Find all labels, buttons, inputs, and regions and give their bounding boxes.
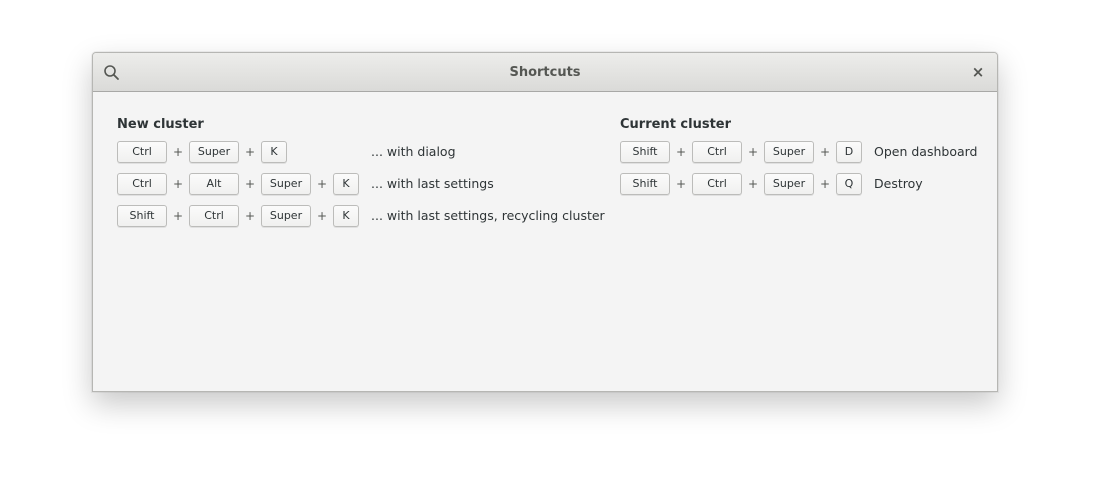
key-cap: Ctrl <box>117 141 167 163</box>
shortcut-row: Ctrl + Alt + Super + K ... with last set… <box>117 170 607 202</box>
key-cap: D <box>836 141 862 163</box>
shortcut-description: ... with dialog <box>371 144 456 159</box>
titlebar: Shortcuts × <box>93 53 997 92</box>
key-cap: Shift <box>117 205 167 227</box>
key-cap: K <box>261 141 287 163</box>
key-cap: Super <box>261 205 311 227</box>
plus-separator: + <box>316 177 328 191</box>
key-cap: Shift <box>620 173 670 195</box>
key-cap: Super <box>261 173 311 195</box>
plus-separator: + <box>747 145 759 159</box>
key-cap: Q <box>836 173 862 195</box>
window-title: Shortcuts <box>509 65 581 80</box>
plus-separator: + <box>244 145 256 159</box>
key-cap: Alt <box>189 173 239 195</box>
plus-separator: + <box>316 209 328 223</box>
key-cap: Ctrl <box>692 141 742 163</box>
key-cap: Ctrl <box>189 205 239 227</box>
shortcut-description: Open dashboard <box>874 144 978 159</box>
shortcuts-content: New cluster Ctrl + Super + K ... with di… <box>93 92 997 391</box>
section-title-current-cluster: Current cluster <box>620 117 732 132</box>
plus-separator: + <box>675 145 687 159</box>
plus-separator: + <box>819 145 831 159</box>
key-cap: Super <box>764 141 814 163</box>
shortcut-row: Shift + Ctrl + Super + D Open dashboard <box>620 138 990 170</box>
key-cap: Super <box>764 173 814 195</box>
close-icon[interactable]: × <box>969 63 987 81</box>
plus-separator: + <box>244 209 256 223</box>
plus-separator: + <box>244 177 256 191</box>
shortcut-row: Shift + Ctrl + Super + Q Destroy <box>620 170 990 202</box>
plus-separator: + <box>172 177 184 191</box>
key-cap: K <box>333 173 359 195</box>
key-cap: Shift <box>620 141 670 163</box>
key-cap: Ctrl <box>692 173 742 195</box>
plus-separator: + <box>675 177 687 191</box>
shortcut-row: Ctrl + Super + K ... with dialog <box>117 138 607 170</box>
key-cap: Ctrl <box>117 173 167 195</box>
shortcut-description: ... with last settings <box>371 176 494 191</box>
section-new-cluster: New cluster Ctrl + Super + K ... with di… <box>117 116 607 234</box>
plus-separator: + <box>172 209 184 223</box>
section-title-new-cluster: New cluster <box>117 117 204 132</box>
shortcut-row: Shift + Ctrl + Super + K ... with last s… <box>117 202 607 234</box>
shortcuts-window: Shortcuts × New cluster Ctrl + Super + K… <box>92 52 998 392</box>
shortcut-description: ... with last settings, recycling cluste… <box>371 208 605 223</box>
plus-separator: + <box>819 177 831 191</box>
section-current-cluster: Current cluster Shift + Ctrl + Super + D… <box>620 116 990 202</box>
plus-separator: + <box>747 177 759 191</box>
plus-separator: + <box>172 145 184 159</box>
shortcut-description: Destroy <box>874 176 923 191</box>
key-cap: K <box>333 205 359 227</box>
key-cap: Super <box>189 141 239 163</box>
